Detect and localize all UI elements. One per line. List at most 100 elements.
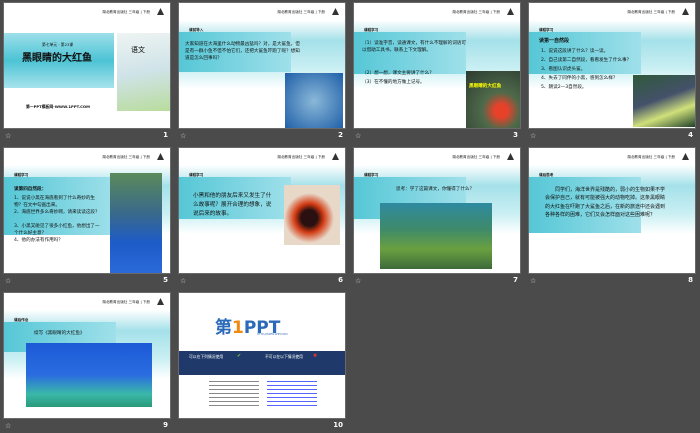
item-4: 4、他的办法有作用吗？ xyxy=(14,238,63,243)
slide-thumb-6[interactable]: 湖北教育出版社 三年级 | 下册 课程学习 小黑和他的朋友后来又发生了什么故事呢… xyxy=(178,145,346,288)
slide-number: 6 xyxy=(338,276,343,284)
publisher-header: 湖北教育出版社 三年级 | 下册 xyxy=(102,155,150,159)
usage-banner: 可以在下列情况使用 ✔ 不可以在以下情况使用 ✖ xyxy=(179,351,345,375)
slide-number: 3 xyxy=(513,131,518,139)
item-1: 1、说说小黑在海底看到了什么奇妙的生物？在文中勾画出来。 xyxy=(14,196,96,208)
item-3: 3、看图认识虎头鲨。 xyxy=(541,67,586,72)
brand-cn: 第 xyxy=(215,318,232,338)
slide-thumb-9[interactable]: 湖北教育出版社 三年级 | 下册 课后作业 续写《黑眼睛的大红鱼》 ☆ 9 xyxy=(3,290,171,433)
publisher-header: 湖北教育出版社 三年级 | 下册 xyxy=(627,10,675,14)
link-list-right xyxy=(267,381,317,407)
slide-number: 2 xyxy=(338,131,343,139)
textbook-cover-image: 语文 xyxy=(117,33,170,111)
slide-5[interactable]: 湖北教育出版社 三年级 | 下册 课程学习 读第四自然段： 1、说说小黑在海底看… xyxy=(3,147,171,274)
slide-10[interactable]: 第1PPT HTTP://WWW.1PPT.COM 可以在下列情况使用 ✔ 不可以… xyxy=(178,292,346,419)
item-5: 5、朗读2—3自然段。 xyxy=(541,85,587,90)
publisher-logo-icon xyxy=(332,153,339,160)
reef-image xyxy=(380,203,492,269)
slide-text: 续写《黑眼睛的大红鱼》 xyxy=(34,331,85,336)
publisher-logo-icon xyxy=(682,153,689,160)
brand-num: 1 xyxy=(232,318,244,338)
red-fish-image: 黑眼睛的大红鱼 xyxy=(466,71,520,128)
section-label: 课后思考 xyxy=(539,173,554,177)
slide-thumb-2[interactable]: 湖北教育出版社 三年级 | 下册 课前导入 大家知道在大海里什么动物最凶猛吗？对… xyxy=(178,0,346,143)
slide-4[interactable]: 湖北教育出版社 三年级 | 下册 课程学习 读第一自然段 1、说说这段讲了什么？… xyxy=(528,2,696,129)
animation-icon: ☆ xyxy=(5,132,12,140)
publisher-header: 湖北教育出版社 三年级 | 下册 xyxy=(102,10,150,14)
slide-8[interactable]: 湖北教育出版社 三年级 | 下册 课后思考 同学们，海洋世界是残酷的，弱小的生物… xyxy=(528,147,696,274)
animation-icon: ☆ xyxy=(355,277,362,285)
unit-label: 第七单元 · 第23课 xyxy=(42,42,74,47)
slide-thumb-4[interactable]: 湖北教育出版社 三年级 | 下册 课程学习 读第一自然段 1、说说这段讲了什么？… xyxy=(528,0,696,143)
item-2: 2、海底世界多么奇妙啊，请来读读这段？ xyxy=(14,210,100,215)
section-label: 课前导入 xyxy=(189,28,204,32)
site-label: 第一PPT模板网-WWW.1PPT.COM xyxy=(26,104,90,109)
slide-6[interactable]: 湖北教育出版社 三年级 | 下册 课程学习 小黑和他的朋友后来又发生了什么故事呢… xyxy=(178,147,346,274)
slide-3[interactable]: 湖北教育出版社 三年级 | 下册 课程学习 （1）读准字音，读通课文，有什么不理… xyxy=(353,2,521,129)
slide-number: 1 xyxy=(163,131,168,139)
slide-text: 小黑和他的朋友后来又发生了什么故事呢？展开合理的想象，说说后来的故事。 xyxy=(193,193,272,217)
slide-text: 大家知道在大海里什么动物最凶猛吗？对，是大鲨鱼，但是有一群小鱼不但不怕它们，还把… xyxy=(185,42,300,61)
slide-thumb-10[interactable]: 第1PPT HTTP://WWW.1PPT.COM 可以在下列情况使用 ✔ 不可以… xyxy=(178,290,346,433)
slide-1[interactable]: 湖北教育出版社 三年级 | 下册 第七单元 · 第23课 黑眼睛的大红鱼 第一P… xyxy=(3,2,171,129)
animation-icon: ☆ xyxy=(355,132,362,140)
section-label: 课程学习 xyxy=(189,173,204,177)
link-list-left xyxy=(209,381,259,407)
publisher-logo-icon xyxy=(157,153,164,160)
section-label: 课程学习 xyxy=(539,28,554,32)
publisher-logo-icon xyxy=(157,8,164,15)
publisher-logo-icon xyxy=(507,153,514,160)
slide-thumb-1[interactable]: 湖北教育出版社 三年级 | 下册 第七单元 · 第23课 黑眼睛的大红鱼 第一P… xyxy=(3,0,171,143)
slide-title: 黑眼睛的大红鱼 xyxy=(22,53,92,64)
step-3: （3）在不懂的地方做上记号。 xyxy=(362,80,425,85)
slide-number: 7 xyxy=(513,276,518,284)
slide-heading: 读第四自然段： xyxy=(14,187,47,192)
publisher-logo-icon xyxy=(682,8,689,15)
animation-icon: ☆ xyxy=(5,422,12,430)
slide-text: 同学们，海洋世界是残酷的，弱小的生物如果不学会保护自己，就有可能被强大的动物吃掉… xyxy=(545,187,666,219)
publisher-logo-icon xyxy=(332,8,339,15)
slide-number: 9 xyxy=(163,421,168,429)
section-label: 课程学习 xyxy=(364,173,379,177)
slide-thumb-8[interactable]: 湖北教育出版社 三年级 | 下册 课后思考 同学们，海洋世界是残酷的，弱小的生物… xyxy=(528,145,696,288)
slide-thumb-5[interactable]: 湖北教育出版社 三年级 | 下册 课程学习 读第四自然段： 1、说说小黑在海底看… xyxy=(3,145,171,288)
item-4: 4、失去了同伴的小黑，感到怎么样？ xyxy=(541,76,618,81)
tiger-shark-image xyxy=(633,75,695,127)
publisher-header: 湖北教育出版社 三年级 | 下册 xyxy=(452,10,500,14)
publisher-logo-icon xyxy=(507,8,514,15)
slide-thumb-7[interactable]: 湖北教育出版社 三年级 | 下册 课程学习 思考：学了这篇课文，你懂得了什么？ … xyxy=(353,145,521,288)
clownfish-image xyxy=(284,185,340,245)
publisher-logo-icon xyxy=(157,298,164,305)
publisher-header: 湖北教育出版社 三年级 | 下册 xyxy=(627,155,675,159)
slide-9[interactable]: 湖北教育出版社 三年级 | 下册 课后作业 续写《黑眼睛的大红鱼》 xyxy=(3,292,171,419)
brand-url: HTTP://WWW.1PPT.COM xyxy=(257,333,288,336)
slide-text: 思考：学了这篇课文，你懂得了什么？ xyxy=(396,187,475,192)
publisher-header: 湖北教育出版社 三年级 | 下册 xyxy=(452,155,500,159)
publisher-header: 湖北教育出版社 三年级 | 下册 xyxy=(277,155,325,159)
slide-7[interactable]: 湖北教育出版社 三年级 | 下册 课程学习 思考：学了这篇课文，你懂得了什么？ xyxy=(353,147,521,274)
item-2: 2、自己读第二自然段，看看发生了什么事？ xyxy=(541,58,632,63)
section-label: 课程学习 xyxy=(14,173,29,177)
slide-thumb-3[interactable]: 湖北教育出版社 三年级 | 下册 课程学习 （1）读准字音，读通课文，有什么不理… xyxy=(353,0,521,143)
item-1: 1、说说这段讲了什么？读一读。 xyxy=(541,49,609,54)
section-label: 课程学习 xyxy=(364,28,379,32)
slide-number: 10 xyxy=(333,421,343,429)
slide-2[interactable]: 湖北教育出版社 三年级 | 下册 课前导入 大家知道在大海里什么动物最凶猛吗？对… xyxy=(178,2,346,129)
animation-icon: ☆ xyxy=(530,132,537,140)
step-2: （2）想一想，课文主要讲了什么？ xyxy=(362,71,434,76)
step-1: （1）读准字音，读通课文，有什么不理解的词语可以借助工具书，联系上下文理解。 xyxy=(362,41,466,53)
shark-image xyxy=(285,73,343,128)
animation-icon: ☆ xyxy=(530,277,537,285)
cannot-use-label: 不可以在以下情况使用 xyxy=(265,354,303,359)
animation-icon: ☆ xyxy=(5,277,12,285)
cross-icon: ✖ xyxy=(313,353,318,359)
coral-image xyxy=(110,173,162,273)
can-use-label: 可以在下列情况使用 xyxy=(189,354,224,359)
book-title: 语文 xyxy=(131,46,145,54)
slide-heading: 读第一自然段 xyxy=(539,38,570,44)
image-caption: 黑眼睛的大红鱼 xyxy=(469,84,502,89)
slide-number: 4 xyxy=(688,131,693,139)
check-icon: ✔ xyxy=(237,353,242,359)
slide-number: 8 xyxy=(688,276,693,284)
fish-school-image xyxy=(26,343,152,407)
